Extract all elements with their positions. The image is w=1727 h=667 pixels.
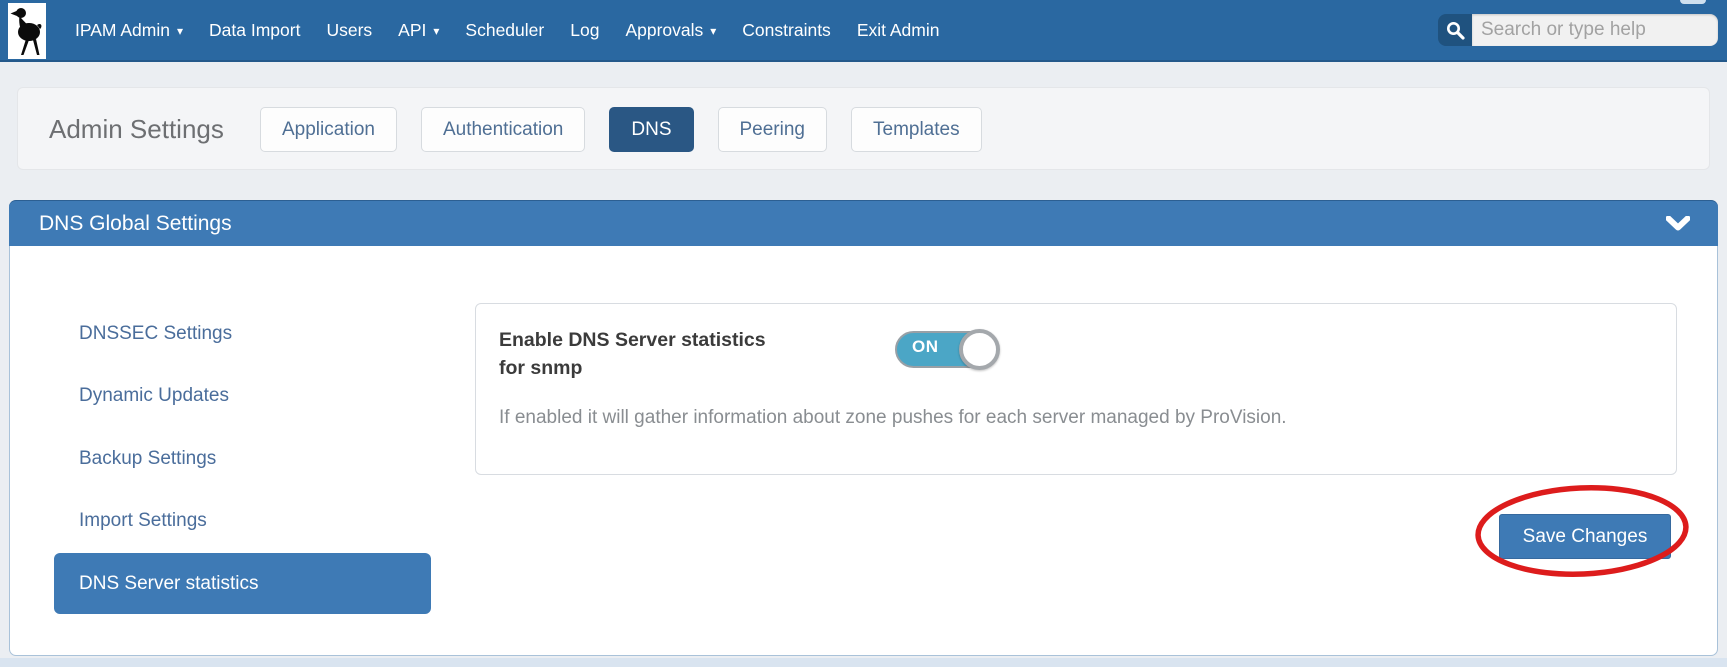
chevron-down-icon[interactable] <box>1666 216 1690 231</box>
nav-item-label: Constraints <box>742 20 831 41</box>
nav-item-exit-admin[interactable]: Exit Admin <box>857 20 940 41</box>
sidebar-item-dns-server-statistics[interactable]: DNS Server statistics <box>54 553 431 614</box>
admin-settings-bar: Admin Settings Application Authentication… <box>17 87 1710 170</box>
search-icon <box>1446 21 1465 40</box>
setting-description: If enabled it will gather information ab… <box>499 407 1649 429</box>
tab-peering[interactable]: Peering <box>718 107 828 152</box>
snmp-statistics-toggle[interactable]: ON <box>895 329 995 369</box>
nav-item-label: IPAM Admin <box>75 20 170 41</box>
sidebar-item-dnssec-settings[interactable]: DNSSEC Settings <box>79 323 232 345</box>
sidebar-item-backup-settings[interactable]: Backup Settings <box>79 448 216 470</box>
nav-item-data-import[interactable]: Data Import <box>209 20 300 41</box>
help-search <box>1438 14 1718 46</box>
nav-item-constraints[interactable]: Constraints <box>742 20 831 41</box>
tab-dns[interactable]: DNS <box>609 107 693 152</box>
chevron-down-icon: ▾ <box>177 24 183 38</box>
chevron-down-icon: ▾ <box>710 24 716 38</box>
nav-item-scheduler[interactable]: Scheduler <box>465 20 544 41</box>
page-title: Admin Settings <box>49 88 224 171</box>
nav-item-label: Exit Admin <box>857 20 940 41</box>
setting-label: Enable DNS Server statistics for snmp <box>499 326 789 382</box>
nav-item-users[interactable]: Users <box>326 20 372 41</box>
settings-tabs: Application Authentication DNS Peering Templ… <box>260 107 982 152</box>
nav-item-label: Log <box>570 20 599 41</box>
setting-box: Enable DNS Server statistics for snmp ON… <box>475 303 1677 475</box>
nav-item-ipam-admin[interactable]: IPAM Admin ▾ <box>75 20 183 41</box>
panel-title: DNS Global Settings <box>39 201 232 247</box>
tab-templates[interactable]: Templates <box>851 107 982 152</box>
nav-menu: IPAM Admin ▾ Data Import Users API ▾ Scheduler… <box>75 0 940 60</box>
save-changes-button[interactable]: Save Changes <box>1499 514 1671 559</box>
tab-authentication[interactable]: Authentication <box>421 107 585 152</box>
nav-item-label: Users <box>326 20 372 41</box>
ostrich-icon <box>10 5 44 57</box>
nav-item-label: Scheduler <box>465 20 544 41</box>
nav-item-api[interactable]: API ▾ <box>398 20 439 41</box>
nav-item-approvals[interactable]: Approvals ▾ <box>625 20 716 41</box>
toggle-knob[interactable] <box>959 329 1000 370</box>
nav-item-label: Approvals <box>625 20 703 41</box>
top-navbar: IPAM Admin ▾ Data Import Users API ▾ Scheduler… <box>0 0 1727 62</box>
nav-item-label: Data Import <box>209 20 300 41</box>
page-bottom-strip <box>0 658 1727 667</box>
toggle-state-label: ON <box>912 337 939 357</box>
app-logo[interactable] <box>8 3 46 59</box>
panel-header[interactable]: DNS Global Settings <box>9 200 1718 246</box>
search-button[interactable] <box>1438 14 1472 46</box>
top-edge-notch <box>1680 0 1706 4</box>
sidebar-item-import-settings[interactable]: Import Settings <box>79 510 207 532</box>
sidebar-item-dynamic-updates[interactable]: Dynamic Updates <box>79 385 229 407</box>
dns-global-settings-panel: DNS Global Settings DNSSEC Settings Dynam… <box>9 200 1718 656</box>
tab-application[interactable]: Application <box>260 107 397 152</box>
nav-item-label: API <box>398 20 426 41</box>
page: IPAM Admin ▾ Data Import Users API ▾ Scheduler… <box>0 0 1727 667</box>
nav-item-log[interactable]: Log <box>570 20 599 41</box>
search-input[interactable] <box>1472 14 1718 46</box>
chevron-down-icon: ▾ <box>433 24 439 38</box>
